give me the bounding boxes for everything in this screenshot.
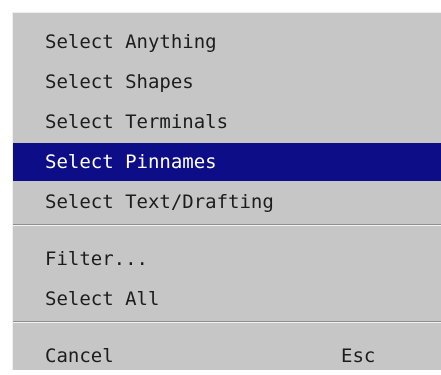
menu-item-label: Select Shapes [45, 71, 194, 93]
menu-item-cancel[interactable]: Cancel Esc [13, 337, 441, 375]
menu-item-select-shapes[interactable]: Select Shapes [13, 63, 441, 101]
menu-item-label: Select All [45, 288, 160, 310]
menu-item-select-anything[interactable]: Select Anything [13, 23, 441, 61]
menu-separator [13, 321, 441, 323]
menu-item-select-pinnames[interactable]: Select Pinnames [13, 143, 441, 181]
menu-item-label: Select Terminals [45, 111, 229, 133]
menu-item-label: Filter... [45, 248, 148, 270]
menu-item-label: Select Pinnames [45, 151, 217, 173]
menu-item-label: Select Anything [45, 31, 217, 53]
menu-item-label: Cancel [45, 345, 114, 367]
menu-item-select-all[interactable]: Select All [13, 280, 441, 318]
menu-separator [13, 224, 441, 226]
menu-item-filter[interactable]: Filter... [13, 240, 441, 278]
menu-item-shortcut: Esc [341, 345, 376, 367]
menu-item-label: Select Text/Drafting [45, 191, 274, 213]
menu-item-select-terminals[interactable]: Select Terminals [13, 103, 441, 141]
context-menu: Select Anything Select Shapes Select Ter… [12, 12, 441, 370]
menu-item-select-text-drafting[interactable]: Select Text/Drafting [13, 183, 441, 221]
